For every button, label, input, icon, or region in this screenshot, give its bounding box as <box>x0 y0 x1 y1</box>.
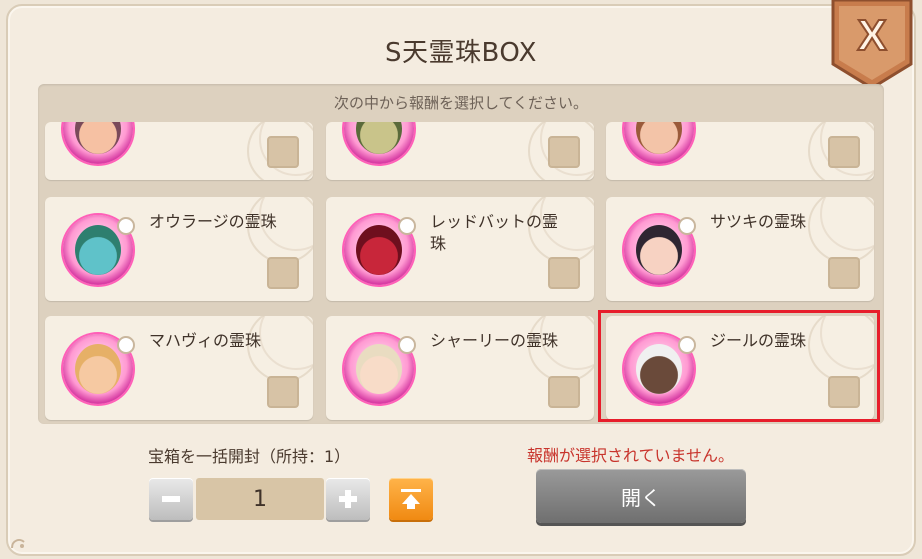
instruction-text: 次の中から報酬を選択してください。 <box>333 94 589 112</box>
reward-card[interactable] <box>45 122 313 180</box>
character-face <box>356 122 402 154</box>
reward-card[interactable]: マハヴィの霊珠 <box>45 316 313 420</box>
reward-checkbox[interactable] <box>828 257 860 289</box>
bulk-open-label: 宝箱を一括開封（所持：1） <box>148 447 351 466</box>
corner-ornament-icon <box>11 539 25 549</box>
lock-icon <box>678 217 696 235</box>
close-icon: X <box>857 11 886 60</box>
lock-icon <box>117 217 135 235</box>
quantity-decrease-button[interactable] <box>149 478 193 520</box>
quantity-field[interactable]: 1 <box>196 478 324 520</box>
character-face <box>356 225 402 275</box>
spirit-orb-portrait <box>63 122 133 164</box>
character-face <box>636 122 682 154</box>
reward-card[interactable]: ジールの霊珠 <box>606 316 874 420</box>
open-button[interactable]: 開く <box>536 469 746 523</box>
character-face <box>636 344 682 394</box>
reward-checkbox[interactable] <box>548 376 580 408</box>
spirit-orb-portrait <box>344 215 416 285</box>
reward-card[interactable] <box>606 122 874 180</box>
quantity-max-button[interactable] <box>389 478 433 520</box>
dialog-title: S天霊珠BOX <box>385 38 537 68</box>
minus-icon <box>162 496 180 502</box>
spirit-orb-portrait <box>63 334 135 404</box>
lock-icon <box>398 336 416 354</box>
reward-checkbox[interactable] <box>828 136 860 168</box>
reward-checkbox[interactable] <box>548 136 580 168</box>
spirit-orb-portrait <box>344 122 414 164</box>
character-face <box>636 225 682 275</box>
character-face <box>356 344 402 394</box>
character-face <box>75 225 121 275</box>
lock-icon <box>398 217 416 235</box>
reward-checkbox[interactable] <box>267 257 299 289</box>
spirit-orb-portrait <box>624 215 696 285</box>
reward-card[interactable]: オウラージの霊珠 <box>45 197 313 301</box>
reward-checkbox[interactable] <box>548 257 580 289</box>
quantity-increase-button[interactable] <box>326 478 370 520</box>
reward-name: オウラージの霊珠 <box>149 212 277 231</box>
spirit-orb-portrait <box>63 215 135 285</box>
reward-card[interactable] <box>326 122 594 180</box>
reward-checkbox[interactable] <box>828 376 860 408</box>
close-button[interactable]: X <box>829 0 915 90</box>
plus-icon <box>339 490 357 508</box>
spirit-orb-portrait <box>624 334 696 404</box>
reward-checkbox[interactable] <box>267 376 299 408</box>
reward-name: マハヴィの霊珠 <box>149 331 262 350</box>
reward-name: レッドバットの霊珠 <box>430 212 559 253</box>
lock-icon <box>678 336 696 354</box>
reward-checkbox[interactable] <box>267 136 299 168</box>
reward-name: ジールの霊珠 <box>710 331 807 350</box>
reward-card[interactable]: レッドバットの霊珠 <box>326 197 594 301</box>
reward-name: シャーリーの霊珠 <box>430 331 559 350</box>
max-arrow-up-icon <box>401 489 421 509</box>
lock-icon <box>117 336 135 354</box>
spirit-orb-portrait <box>344 334 416 404</box>
spirit-orb-portrait <box>624 122 694 164</box>
reward-card[interactable]: シャーリーの霊珠 <box>326 316 594 420</box>
reward-card[interactable]: サツキの霊珠 <box>606 197 874 301</box>
character-face <box>75 344 121 394</box>
no-reward-warning: 報酬が選択されていません。 <box>527 446 735 465</box>
character-face <box>75 122 121 154</box>
reward-name: サツキの霊珠 <box>710 212 807 231</box>
